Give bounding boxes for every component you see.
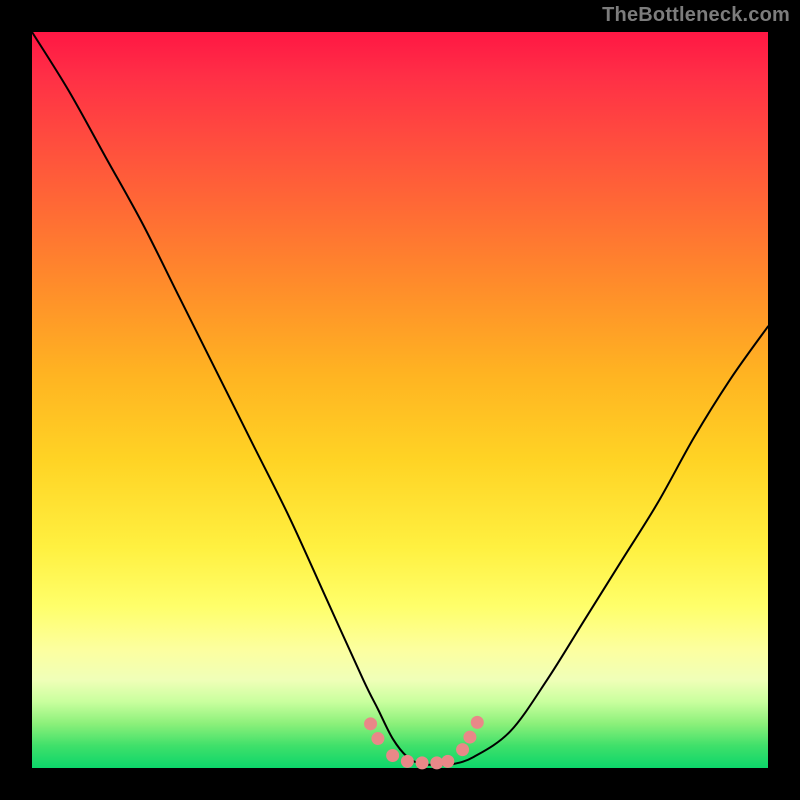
highlight-dot — [416, 756, 429, 769]
bottleneck-curve — [32, 32, 768, 765]
highlight-dot — [401, 755, 414, 768]
highlight-dot — [463, 731, 476, 744]
highlight-dot — [441, 755, 454, 768]
highlight-dot — [430, 756, 443, 769]
highlight-dot — [471, 716, 484, 729]
highlight-dot — [386, 749, 399, 762]
chart-frame: TheBottleneck.com — [0, 0, 800, 800]
chart-svg — [32, 32, 768, 768]
watermark-text: TheBottleneck.com — [602, 4, 790, 27]
chart-plot-area — [32, 32, 768, 768]
highlight-dot — [456, 743, 469, 756]
highlight-dot — [364, 717, 377, 730]
highlight-dot — [371, 732, 384, 745]
